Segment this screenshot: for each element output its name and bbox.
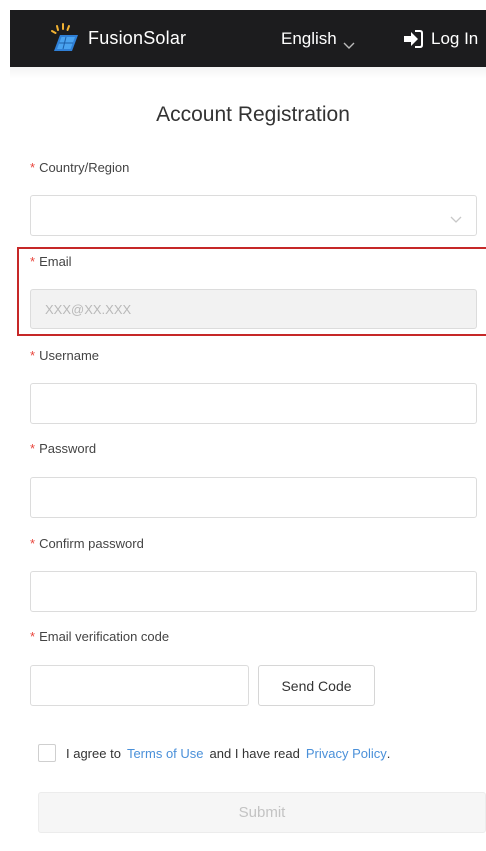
language-label: English [281, 28, 337, 48]
verification-code-label: * Email verification code [30, 629, 170, 644]
agree-suffix: . [386, 745, 391, 761]
fusionsolar-logo-icon [48, 22, 80, 55]
chevron-down-icon [450, 212, 462, 223]
required-marker: * [30, 348, 36, 363]
required-marker: * [30, 254, 36, 269]
agree-checkbox[interactable] [38, 744, 56, 762]
verification-code-field[interactable] [30, 665, 249, 706]
required-marker: * [30, 160, 36, 175]
required-marker: * [30, 629, 36, 644]
brand[interactable]: FusionSolar [48, 22, 187, 55]
terms-of-use-link[interactable]: Terms of Use [127, 746, 204, 761]
username-field[interactable] [30, 383, 477, 424]
send-code-button[interactable]: Send Code [258, 665, 375, 706]
login-link[interactable]: Log In [403, 29, 478, 49]
required-marker: * [30, 441, 36, 456]
password-label: * Password [30, 441, 97, 456]
agree-middle: and I have read [209, 745, 300, 761]
registration-page: FusionSolar English Log In Account Regis… [0, 0, 486, 851]
language-selector[interactable]: English [281, 29, 355, 49]
privacy-policy-link[interactable]: Privacy Policy [306, 746, 387, 761]
password-field[interactable] [30, 477, 477, 518]
username-label: * Username [30, 348, 100, 363]
top-bar: FusionSolar English Log In [10, 10, 486, 67]
confirm-password-field[interactable] [30, 571, 477, 612]
chevron-down-icon [343, 35, 355, 49]
country-label: * Country/Region [30, 160, 130, 175]
login-label: Log In [431, 28, 479, 48]
submit-button[interactable]: Submit [38, 792, 486, 833]
required-marker: * [30, 536, 36, 551]
agreement-row: I agree to Terms of Use and I have read … [38, 744, 390, 762]
header-shadow [10, 67, 486, 79]
confirm-password-label: * Confirm password [30, 536, 144, 551]
agree-prefix: I agree to [66, 745, 121, 761]
page-title: Account Registration [156, 103, 350, 126]
app-name: FusionSolar [88, 28, 187, 48]
email-label: * Email [30, 254, 72, 269]
login-icon [403, 29, 423, 48]
email-field[interactable] [30, 289, 477, 329]
country-select[interactable] [30, 195, 477, 236]
